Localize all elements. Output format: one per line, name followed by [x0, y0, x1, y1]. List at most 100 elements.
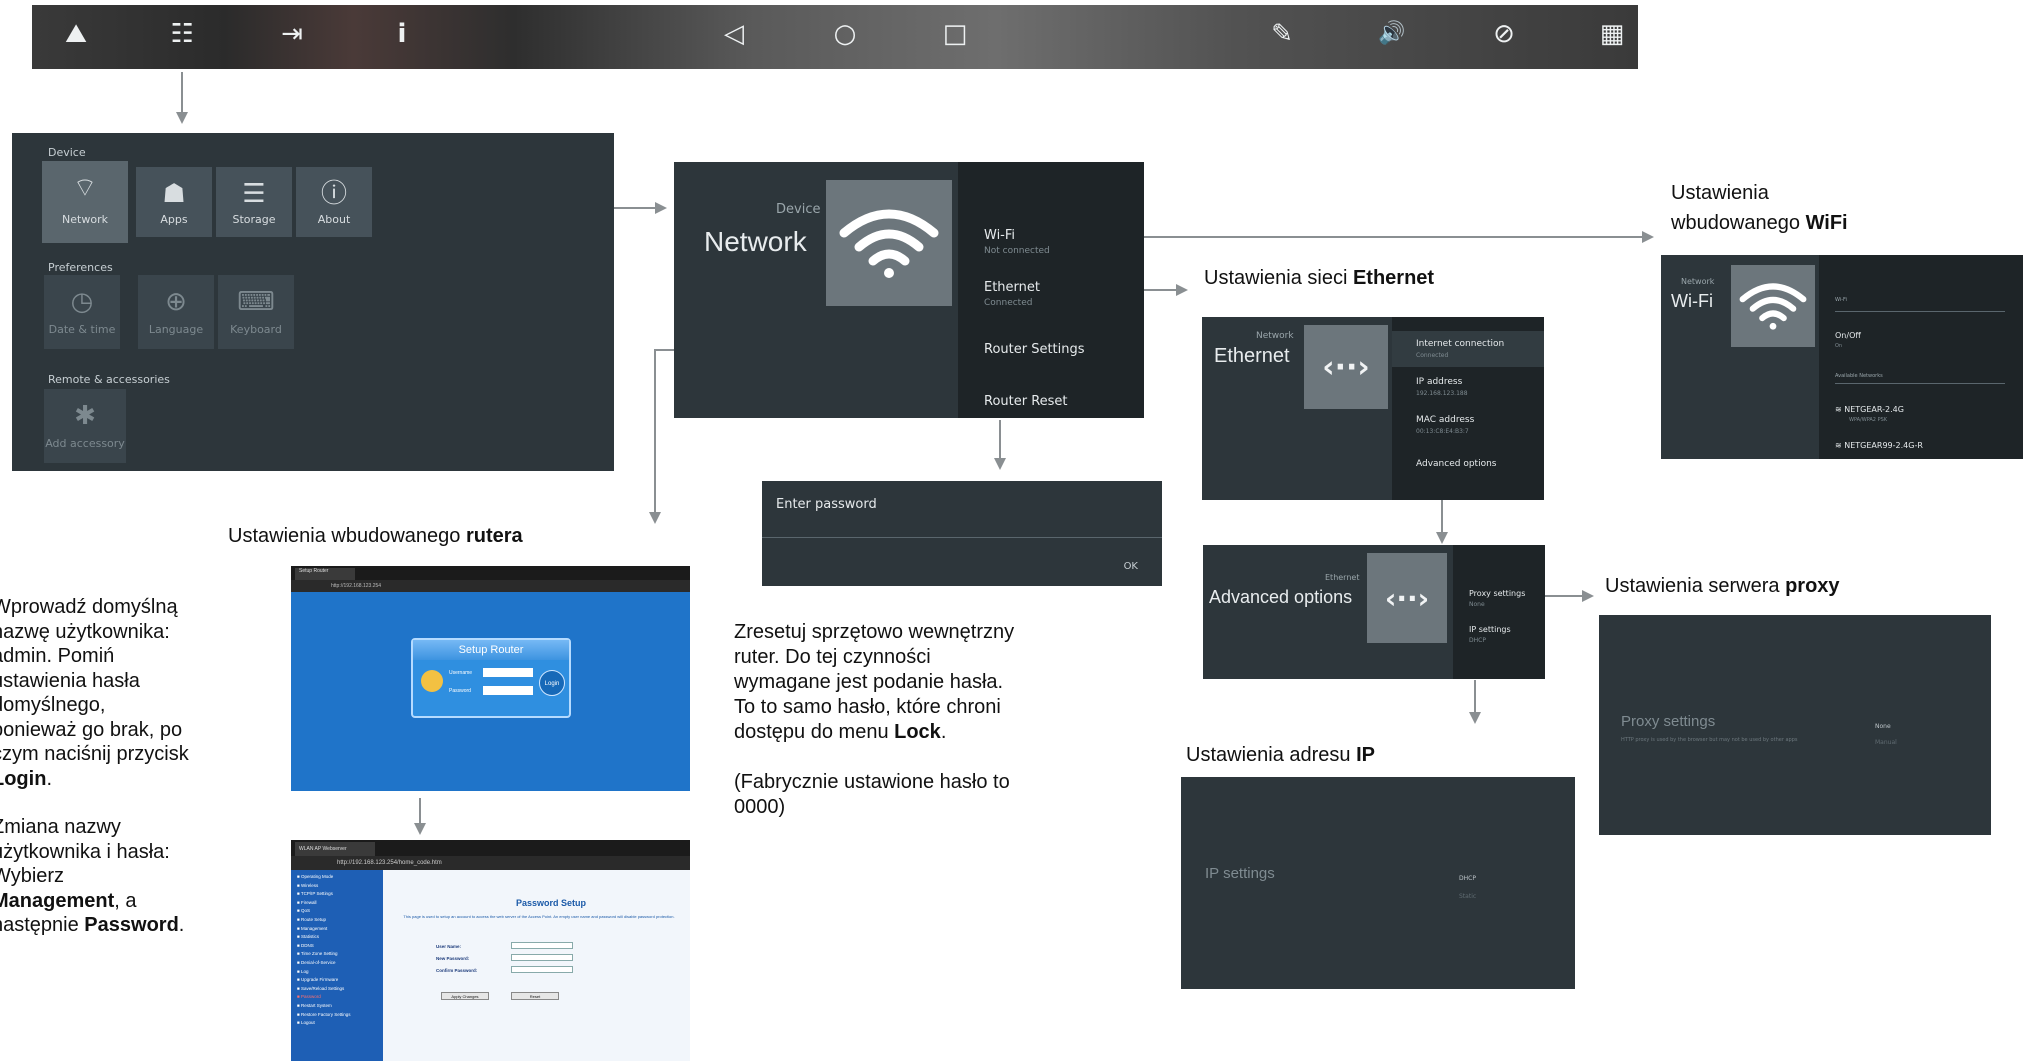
- router-instructions: Wprowadź domyślną nazwę użytkownika: adm…: [0, 595, 262, 938]
- password-dialog: Enter password OK: [762, 481, 1162, 586]
- network-title: Network: [704, 226, 807, 257]
- menu-item-sub: Connected: [984, 298, 1033, 308]
- adv-item-proxy[interactable]: Proxy settings None: [1469, 589, 1525, 608]
- wifi-menu: [1819, 255, 2023, 459]
- ip-option-dhcp[interactable]: DHCP: [1459, 875, 1476, 882]
- text-line: Wprowadź domyślną: [0, 596, 178, 618]
- text-line: 0000): [734, 796, 786, 818]
- user-name-input[interactable]: [511, 942, 573, 949]
- text-line: ponieważ go brak, po: [0, 718, 183, 741]
- password-setup-heading: Password Setup: [515, 898, 587, 908]
- router-menu-item[interactable]: ■ Log: [297, 968, 377, 977]
- browser-tabbar: Setup Router: [291, 566, 690, 580]
- menu-item-wifi[interactable]: Wi-Fi Not connected: [984, 228, 1050, 256]
- wifi-kicker: Network: [1681, 277, 1715, 286]
- eth-item-internet[interactable]: Internet connection Connected: [1416, 339, 1504, 359]
- browser-tab[interactable]: Setup Router: [295, 568, 355, 580]
- router-menu-item[interactable]: ■ Time Zone Setting: [297, 950, 377, 959]
- menu-item-label: Internet connection: [1416, 339, 1505, 349]
- password-label: Enter password: [776, 497, 877, 512]
- new-password-input[interactable]: [511, 954, 573, 961]
- router-menu-item[interactable]: ■ Denial-of-Service: [297, 959, 377, 968]
- router-menu-item[interactable]: ■ Password: [297, 993, 377, 1002]
- apply-changes-button[interactable]: Apply Changes: [441, 992, 489, 1000]
- text-line: admin. Pomiń: [0, 645, 115, 667]
- router-menu-item[interactable]: ■ Firewall: [297, 899, 377, 908]
- eth-item-advanced[interactable]: Advanced options: [1416, 459, 1496, 469]
- tile-keyboard[interactable]: ⌨ Keyboard: [218, 275, 294, 349]
- wifi-large-icon: [1731, 265, 1815, 347]
- menu-item-sub: WPA/WPA2 PSK: [1849, 417, 1888, 423]
- wifi-panel: Network Wi-Fi Wi-Fi On/Off On Available …: [1661, 255, 2023, 459]
- wifi-caption: Ustawienia wbudowanego WiFi: [1671, 178, 1848, 238]
- proxy-option-manual[interactable]: Manual: [1875, 739, 1897, 746]
- router-menu-item[interactable]: ■ Save/Reload Settings: [297, 985, 377, 994]
- router-menu-item[interactable]: ■ TCP/IP Settings: [297, 890, 377, 899]
- browser-tabbar: WLAN AP Webserver: [291, 840, 690, 856]
- password-field-line[interactable]: [762, 537, 1162, 538]
- ip-option-static[interactable]: Static: [1459, 893, 1476, 900]
- wifi-network-item[interactable]: ≋ NETGEAR-2.4G WPA/WPA2 PSK: [1835, 405, 1904, 423]
- proxy-title: Proxy settings: [1621, 713, 1716, 730]
- tile-label: Add accessory: [45, 437, 125, 450]
- ok-button[interactable]: OK: [1124, 561, 1138, 572]
- router-menu-item[interactable]: ■ Operating Mode: [297, 873, 377, 882]
- router-menu-item[interactable]: ■ Wireless: [297, 882, 377, 891]
- tile-label: Language: [148, 323, 204, 336]
- password-input[interactable]: [483, 686, 533, 695]
- eth-item-ip[interactable]: IP address 192.168.123.188: [1416, 377, 1468, 397]
- router-sidebar: ■ Operating Mode ■ Wireless ■ TCP/IP Setti…: [291, 870, 383, 1061]
- router-menu-item[interactable]: ■ Route Setup: [297, 916, 377, 925]
- adv-item-ip[interactable]: IP settings DHCP: [1469, 625, 1511, 644]
- eth-item-mac[interactable]: MAC address 00:13:C8:E4:B3:7: [1416, 415, 1474, 435]
- router-menu-item[interactable]: ■ Restore Factory Settings: [297, 1011, 377, 1020]
- tile-language[interactable]: ⊕ Language: [138, 275, 214, 349]
- login-button[interactable]: Login: [539, 670, 565, 696]
- menu-item-router-settings[interactable]: Router Settings: [984, 342, 1085, 357]
- text-line: ruter. Do tej czynności: [734, 646, 931, 668]
- text-line: wymagane jest podanie hasła.: [734, 671, 1004, 693]
- wifi-signal-icon: ≋: [1835, 441, 1845, 450]
- router-menu-item[interactable]: ■ Restart System: [297, 1002, 377, 1011]
- clock-icon: ◷: [70, 287, 94, 317]
- tile-storage[interactable]: ☰ Storage: [216, 167, 292, 237]
- proxy-caption: Ustawienia serwera proxy: [1605, 575, 1840, 597]
- menu-item-label: IP settings: [1469, 625, 1511, 634]
- wifi-signal-icon: ≋: [1835, 405, 1845, 414]
- confirm-password-input[interactable]: [511, 966, 573, 973]
- menu-item-sub: 192.168.123.188: [1416, 390, 1468, 397]
- router-menu-item[interactable]: ■ Logout: [297, 1019, 377, 1028]
- tile-label: Date & time: [48, 323, 116, 336]
- tile-network[interactable]: ⌔ Network: [42, 161, 128, 243]
- browser-urlbar[interactable]: http://192.168.123.254: [291, 580, 690, 592]
- menu-item-label: NETGEAR99-2.4G-R: [1844, 441, 1923, 450]
- router-menu-item[interactable]: ■ Management: [297, 925, 377, 934]
- router-menu-item[interactable]: ■ Statistics: [297, 933, 377, 942]
- browser-urlbar[interactable]: http://192.168.123.254/home_code.htm: [291, 856, 690, 870]
- menu-item-sub: DHCP: [1469, 637, 1486, 644]
- router-menu-item[interactable]: ■ DDNS: [297, 942, 377, 951]
- tile-date-time[interactable]: ◷ Date & time: [44, 275, 120, 349]
- wifi-large-icon: [826, 180, 952, 306]
- tile-apps[interactable]: ☗ Apps: [136, 167, 212, 237]
- router-reset-description: Zresetuj sprzętowo wewnętrzny ruter. Do …: [734, 620, 1134, 820]
- username-label: Username: [449, 670, 473, 676]
- tile-add-accessory[interactable]: ✱ Add accessory: [44, 389, 126, 463]
- wifi-onoff-toggle[interactable]: On/Off On: [1835, 331, 1861, 349]
- proxy-option-none[interactable]: None: [1875, 723, 1891, 730]
- tile-label: About: [317, 213, 351, 226]
- login-box-title: Setup Router: [413, 640, 569, 660]
- menu-item-router-reset[interactable]: Router Reset: [984, 394, 1068, 409]
- wifi-network-item[interactable]: ≋ NETGEAR99-2.4G-R: [1835, 441, 1923, 450]
- menu-item-ethernet[interactable]: Ethernet Connected: [984, 280, 1040, 308]
- menu-item-sub: On: [1835, 343, 1843, 349]
- tile-about[interactable]: ⓘ About: [296, 167, 372, 237]
- text-line: Zmiana nazwy: [0, 816, 121, 838]
- router-menu-item[interactable]: ■ QoS: [297, 907, 377, 916]
- username-input[interactable]: [483, 668, 533, 677]
- reset-button[interactable]: Reset: [511, 992, 559, 1000]
- password-setup-desc: This page is used to setup an account to…: [403, 914, 675, 919]
- router-menu-item[interactable]: ■ Upgrade Firmware: [297, 976, 377, 985]
- menu-item-label: Proxy settings: [1469, 589, 1526, 598]
- browser-tab[interactable]: WLAN AP Webserver: [295, 842, 375, 856]
